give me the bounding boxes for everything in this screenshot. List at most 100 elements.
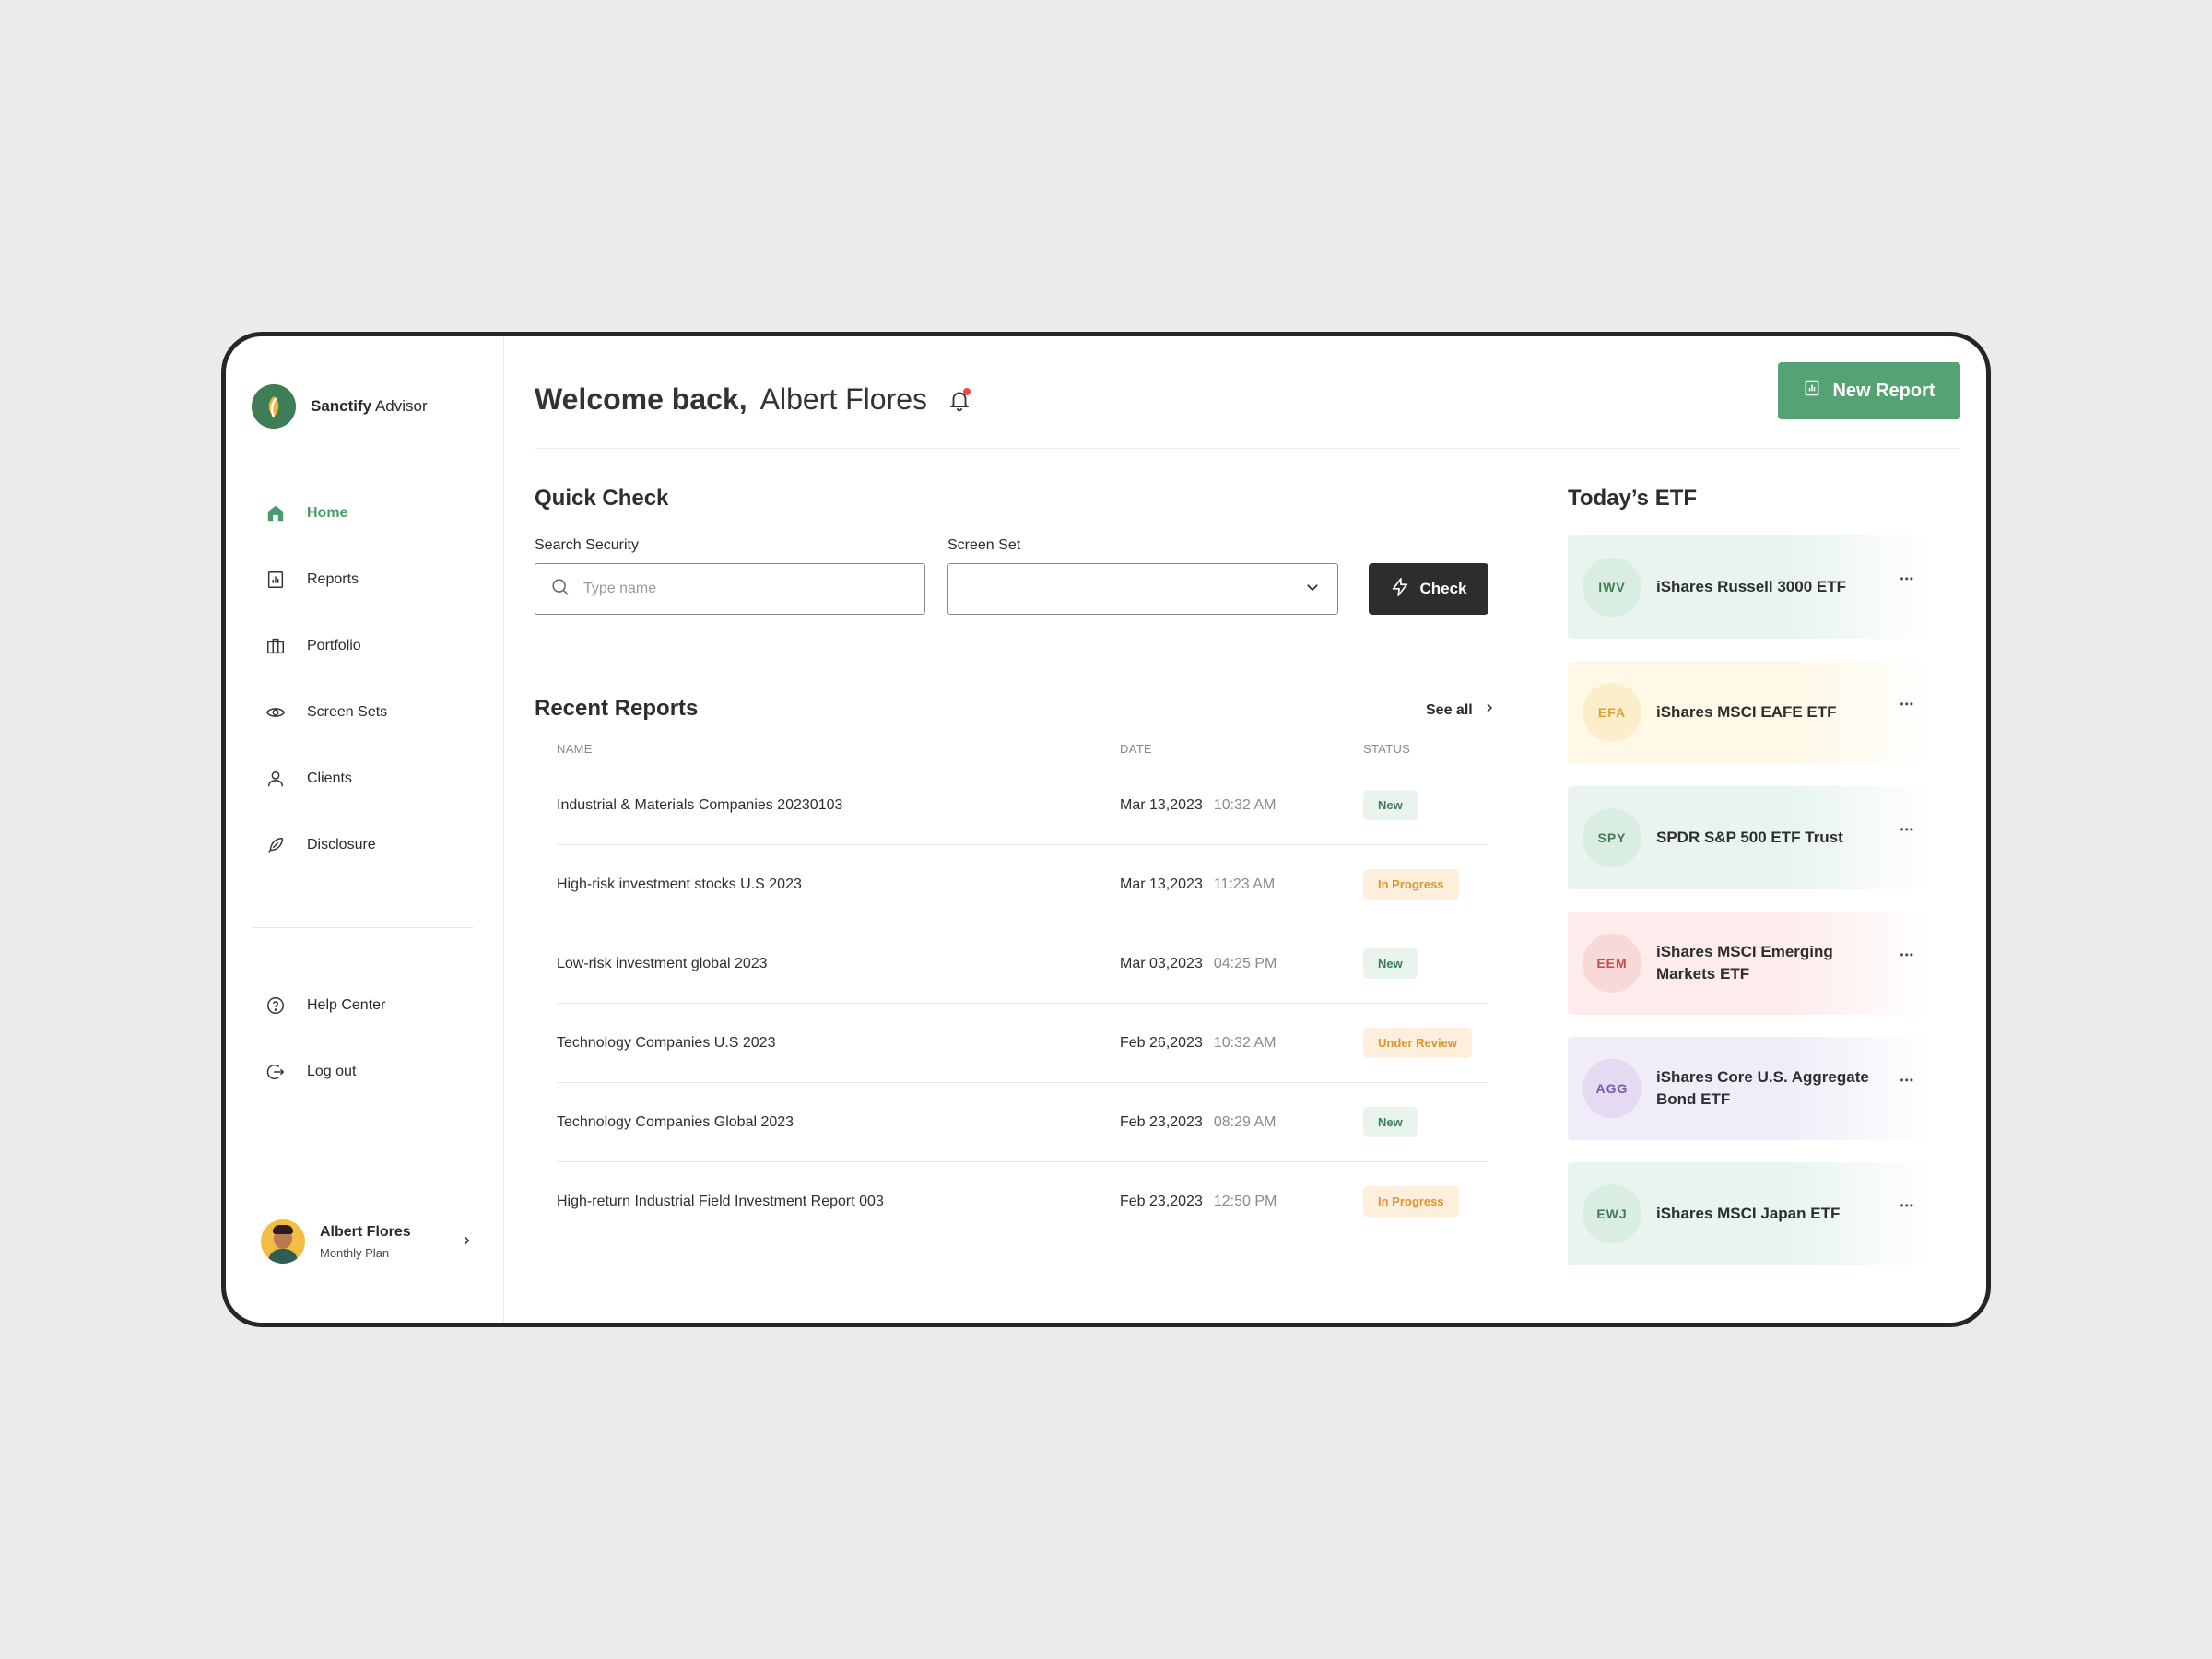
see-all-link[interactable]: See all	[1426, 701, 1495, 719]
more-options-icon[interactable]: •••	[1900, 698, 1914, 711]
etf-ticker: SPY	[1583, 808, 1641, 867]
recent-reports-table: NAME DATE STATUS Industrial & Materials …	[557, 742, 1488, 1241]
table-row[interactable]: Technology Companies Global 2023 Feb 23,2…	[557, 1083, 1488, 1162]
etf-ticker: EWJ	[1583, 1184, 1641, 1243]
etf-name: SPDR S&P 500 ETF Trust	[1656, 829, 1843, 846]
table-row[interactable]: Technology Companies U.S 2023 Feb 26,2023…	[557, 1004, 1488, 1083]
sidebar-item-screen-sets[interactable]: Screen Sets	[252, 679, 473, 746]
brand[interactable]: Sanctify Advisor	[252, 384, 428, 429]
screen-set-label: Screen Set	[947, 537, 1021, 553]
report-status: In Progress	[1363, 869, 1488, 900]
etf-name: iShares MSCI EAFE ETF	[1656, 703, 1837, 721]
more-options-icon[interactable]: •••	[1900, 1074, 1914, 1087]
report-date-day: Feb 23,2023	[1120, 1193, 1203, 1209]
etf-card-ewj[interactable]: EWJ iShares MSCI Japan ETF •••	[1568, 1162, 1933, 1265]
etf-name: iShares Russell 3000 ETF	[1656, 578, 1846, 595]
check-label: Check	[1419, 580, 1467, 597]
sidebar-item-log-out[interactable]: Log out	[252, 1039, 473, 1105]
chevron-right-icon	[460, 1231, 473, 1253]
logout-icon	[265, 1061, 287, 1083]
report-name: Technology Companies Global 2023	[557, 1113, 794, 1130]
etf-card-efa[interactable]: EFA iShares MSCI EAFE ETF •••	[1568, 661, 1933, 764]
report-name: Technology Companies U.S 2023	[557, 1034, 776, 1051]
more-options-icon[interactable]: •••	[1900, 572, 1914, 585]
brand-name: Sanctify Advisor	[311, 397, 428, 416]
reports-icon	[265, 569, 287, 591]
welcome-text: Welcome back,	[535, 382, 747, 416]
quick-check-title: Quick Check	[535, 486, 669, 511]
check-button[interactable]: Check	[1369, 563, 1488, 615]
etf-card-eem[interactable]: EEM iShares MSCI Emerging Markets ETF •••	[1568, 912, 1933, 1015]
sidebar-item-label: Home	[307, 505, 348, 521]
main-nav: Home Reports Portfolio Screen Sets Clien…	[252, 480, 473, 878]
etf-name: iShares Core U.S. Aggregate Bond ETF	[1656, 1068, 1869, 1108]
etf-ticker: AGG	[1583, 1059, 1641, 1118]
sidebar: Sanctify Advisor Home Reports Portfolio …	[226, 336, 504, 1323]
sidebar-item-label: Screen Sets	[307, 704, 388, 720]
report-status: New	[1363, 790, 1488, 820]
etf-name: iShares MSCI Japan ETF	[1656, 1205, 1841, 1222]
report-date-time: 12:50 PM	[1213, 1193, 1277, 1209]
report-status: New	[1363, 1107, 1488, 1137]
briefcase-icon	[265, 635, 287, 657]
user-profile[interactable]: Albert Flores Monthly Plan	[261, 1216, 473, 1267]
report-name: High-risk investment stocks U.S 2023	[557, 876, 802, 892]
home-icon	[265, 502, 287, 524]
etf-card-iwv[interactable]: IWV iShares Russell 3000 ETF •••	[1568, 535, 1933, 639]
user-plan: Monthly Plan	[320, 1245, 390, 1260]
report-name: High-return Industrial Field Investment …	[557, 1193, 884, 1209]
user-name: Albert Flores	[320, 1223, 411, 1240]
new-report-button[interactable]: New Report	[1778, 362, 1960, 419]
table-row[interactable]: Industrial & Materials Companies 2023010…	[557, 766, 1488, 845]
etf-name: iShares MSCI Emerging Markets ETF	[1656, 943, 1833, 982]
report-date-day: Mar 13,2023	[1120, 796, 1203, 813]
sidebar-item-portfolio[interactable]: Portfolio	[252, 613, 473, 679]
etf-card-spy[interactable]: SPY SPDR S&P 500 ETF Trust •••	[1568, 786, 1933, 889]
brand-logo-icon	[252, 384, 296, 429]
brand-name-bold: Sanctify	[311, 397, 372, 415]
sidebar-item-disclosure[interactable]: Disclosure	[252, 812, 473, 878]
status-badge: New	[1363, 1107, 1418, 1137]
sidebar-divider	[252, 927, 473, 928]
chart-report-icon	[1803, 379, 1821, 403]
new-report-label: New Report	[1832, 380, 1936, 401]
etf-list: IWV iShares Russell 3000 ETF ••• EFA iShares…	[1568, 535, 1933, 1288]
welcome-user-name: Albert Flores	[759, 382, 928, 416]
report-status: Under Review	[1363, 1028, 1488, 1058]
table-header: NAME DATE STATUS	[557, 742, 1488, 766]
more-options-icon[interactable]: •••	[1900, 823, 1914, 836]
status-badge: Under Review	[1363, 1028, 1472, 1058]
etf-ticker: EEM	[1583, 934, 1641, 993]
sidebar-item-reports[interactable]: Reports	[252, 547, 473, 613]
lightning-icon	[1390, 577, 1410, 602]
column-header-status: STATUS	[1363, 742, 1411, 756]
table-row[interactable]: High-return Industrial Field Investment …	[557, 1162, 1488, 1241]
eye-icon	[265, 701, 287, 724]
sidebar-item-label: Log out	[307, 1064, 357, 1079]
report-date-time: 10:32 AM	[1213, 796, 1277, 813]
sidebar-item-help-center[interactable]: Help Center	[252, 972, 473, 1039]
etf-card-agg[interactable]: AGG iShares Core U.S. Aggregate Bond ETF •…	[1568, 1037, 1933, 1140]
table-row[interactable]: Low-risk investment global 2023 Mar 03,20…	[557, 924, 1488, 1004]
recent-reports-title: Recent Reports	[535, 696, 699, 721]
chevron-down-icon	[1304, 579, 1321, 600]
status-badge: New	[1363, 790, 1418, 820]
sidebar-item-home[interactable]: Home	[252, 480, 473, 547]
more-options-icon[interactable]: •••	[1900, 1199, 1914, 1212]
screen-set-select[interactable]	[947, 563, 1338, 615]
search-security-field	[535, 563, 925, 615]
app-window: Sanctify Advisor Home Reports Portfolio …	[221, 332, 1991, 1327]
more-options-icon[interactable]: •••	[1900, 948, 1914, 961]
page-title: Welcome back, Albert Flores	[535, 382, 971, 417]
see-all-label: See all	[1426, 701, 1473, 718]
bell-icon[interactable]	[947, 387, 971, 412]
report-date-time: 11:23 AM	[1213, 876, 1276, 892]
report-date-day: Feb 23,2023	[1120, 1113, 1203, 1130]
report-name: Industrial & Materials Companies 2023010…	[557, 796, 843, 813]
secondary-nav: Help Center Log out	[252, 972, 473, 1105]
table-row[interactable]: High-risk investment stocks U.S 2023 Mar …	[557, 845, 1488, 924]
report-date-time: 04:25 PM	[1213, 955, 1277, 971]
report-date: Mar 13,2023 11:23 AM	[1120, 877, 1363, 893]
search-input[interactable]	[583, 581, 897, 597]
sidebar-item-clients[interactable]: Clients	[252, 746, 473, 812]
